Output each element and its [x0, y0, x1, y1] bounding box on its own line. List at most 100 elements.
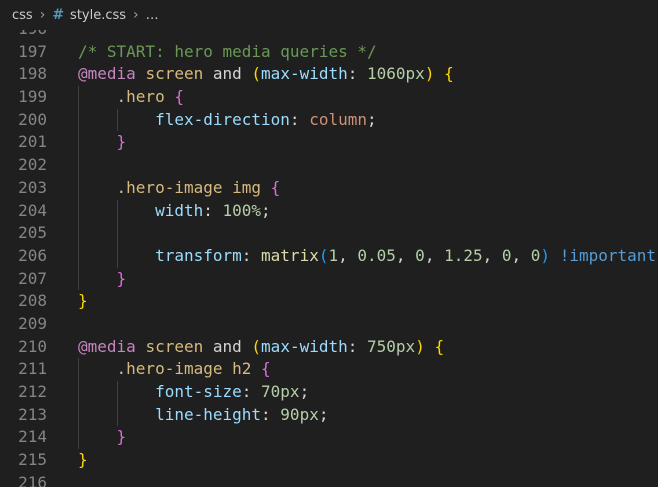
code-line[interactable]: 215} [0, 449, 658, 472]
line-code: line-height: 90px; [47, 403, 328, 427]
code-line[interactable]: 199 .hero { [0, 86, 658, 109]
code-line[interactable]: 212 font-size: 70px; [0, 381, 658, 404]
code-token: @media [78, 336, 136, 356]
code-line[interactable]: 203 .hero-image img { [0, 176, 658, 200]
code-token: .hero-image h2 [116, 359, 252, 379]
code-token: !important; [559, 245, 658, 265]
code-token: , [338, 245, 358, 265]
code-token: ; [261, 200, 271, 220]
code-token: 0 [415, 245, 425, 265]
code-line[interactable]: 197 /* START: hero media queries */ [0, 41, 658, 64]
chevron-right-icon: › [133, 7, 139, 23]
code-line[interactable]: 210 @media screen and (max-width: 750px) … [0, 336, 658, 359]
line-number: 196 [0, 30, 47, 41]
code-token: { [270, 177, 281, 197]
code-line[interactable]: 213 line-height: 90px; [0, 403, 658, 427]
code-token: and [203, 336, 252, 356]
code-line[interactable]: 204 width: 100%; [0, 199, 658, 223]
code-line[interactable]: 208} [0, 290, 658, 313]
code-token: : [289, 109, 310, 129]
code-token: ) [415, 336, 425, 356]
line-number: 201 [18, 132, 47, 152]
code-token: } [116, 132, 127, 152]
code-token: } [78, 291, 88, 311]
code-token: , [482, 245, 502, 265]
code-token: } [78, 450, 88, 470]
code-line[interactable]: 211 .hero-image h2 { [0, 358, 658, 381]
code-line[interactable]: 209 [0, 313, 658, 336]
code-token: 750px [367, 336, 416, 356]
code-line[interactable]: 198 @media screen and (max-width: 1060px)… [0, 63, 658, 86]
indent-guide [78, 154, 79, 177]
css-file-icon: # [52, 7, 65, 23]
indent-guide [78, 222, 79, 245]
code-token: @media [78, 64, 136, 84]
code-token: } [116, 427, 127, 447]
line-number: 204 [18, 200, 47, 220]
breadcrumb-more[interactable]: … [146, 8, 159, 23]
indent-guide [78, 267, 79, 291]
indent-guide [78, 403, 79, 427]
indent-guide [78, 244, 79, 268]
code-lines: 196197 /* START: hero media queries */ 198… [0, 30, 658, 487]
code-token: 1060px [367, 64, 425, 84]
indent-guide [78, 426, 79, 450]
code-token: font-size [155, 382, 242, 401]
line-number: 197 [18, 41, 47, 61]
line-code: .hero { [47, 86, 184, 109]
code-token: : [347, 336, 368, 356]
code-line[interactable]: 196 [0, 30, 658, 41]
code-token: { [174, 87, 184, 107]
line-code: flex-direction: column; [47, 108, 377, 132]
breadcrumb-file[interactable]: style.css [70, 8, 126, 23]
code-token: { [444, 64, 454, 84]
indent-guide [78, 358, 79, 381]
code-token: : [347, 64, 368, 84]
code-token: screen [145, 64, 204, 84]
line-number: 215 [18, 450, 47, 470]
line-code: } [47, 267, 126, 291]
indent-guide [117, 244, 118, 268]
code-token: max-width [261, 64, 348, 84]
code-token: 90px [280, 404, 319, 424]
code-token: { [434, 336, 445, 356]
indent-guide [78, 131, 79, 155]
line-number: 214 [18, 427, 47, 447]
code-line[interactable]: 200 flex-direction: column; [0, 108, 658, 132]
code-line[interactable]: 201 } [0, 131, 658, 155]
line-number: 206 [18, 245, 47, 265]
code-token: flex-direction [155, 109, 290, 129]
code-line[interactable]: 205 [0, 222, 658, 245]
indent-guide [117, 403, 118, 427]
line-number: 212 [18, 382, 47, 401]
code-token: screen [145, 336, 204, 356]
code-line[interactable]: 207 } [0, 267, 658, 291]
line-number: 213 [18, 404, 47, 424]
code-line[interactable]: 216 [0, 472, 658, 487]
code-token: .hero [116, 87, 165, 107]
line-number: 208 [18, 291, 47, 311]
code-line[interactable]: 214 } [0, 426, 658, 450]
line-number: 205 [18, 223, 47, 243]
code-line[interactable]: 202 [0, 154, 658, 177]
breadcrumb-folder[interactable]: css [12, 8, 33, 23]
code-token: 100% [222, 200, 262, 220]
line-number: 198 [18, 64, 47, 84]
code-token: transform [155, 245, 242, 265]
line-number: 216 [18, 472, 47, 487]
code-line[interactable]: 206 transform: matrix(1, 0.05, 0, 1.25, … [0, 244, 658, 268]
code-editor[interactable]: 196197 /* START: hero media queries */ 198… [0, 30, 658, 487]
line-code: @media screen and (max-width: 750px) { [47, 336, 444, 359]
line-number: 209 [18, 313, 47, 333]
line-code: } [47, 426, 127, 450]
